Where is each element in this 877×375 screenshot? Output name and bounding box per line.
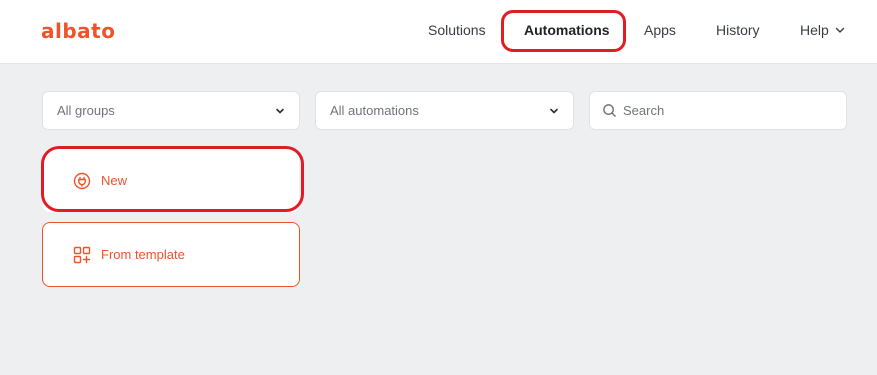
albato-logo[interactable]: albato <box>41 19 115 43</box>
nav-label: Solutions <box>428 22 486 38</box>
automations-select-value: All automations <box>330 103 419 118</box>
chevron-down-icon <box>835 27 844 33</box>
new-automation-button[interactable]: New <box>42 148 300 213</box>
nav-item-history[interactable]: History <box>716 22 760 38</box>
nav-item-apps[interactable]: Apps <box>644 22 676 38</box>
groups-select[interactable]: All groups <box>42 91 300 130</box>
chevron-down-icon <box>276 108 284 114</box>
nav-label: Apps <box>644 22 676 38</box>
nav-item-automations[interactable]: Automations <box>524 22 610 38</box>
search-placeholder: Search <box>623 103 665 118</box>
automations-select[interactable]: All automations <box>315 91 574 130</box>
chevron-down-icon <box>550 108 558 114</box>
nav-item-solutions[interactable]: Solutions <box>428 22 486 38</box>
from-template-button[interactable]: From template <box>42 222 300 287</box>
nav-label: Automations <box>524 22 610 38</box>
top-header: albato Solutions Automations Apps Histor… <box>0 0 877 64</box>
nav-item-help[interactable]: Help <box>800 22 845 38</box>
groups-select-value: All groups <box>57 103 115 118</box>
plug-icon <box>73 172 91 189</box>
from-template-label: From template <box>101 247 185 262</box>
search-input[interactable]: Search <box>589 91 847 130</box>
new-automation-label: New <box>101 173 128 188</box>
nav-label: Help <box>800 22 829 38</box>
search-icon <box>603 104 616 117</box>
nav-label: History <box>716 22 760 38</box>
template-grid-icon <box>73 246 91 263</box>
